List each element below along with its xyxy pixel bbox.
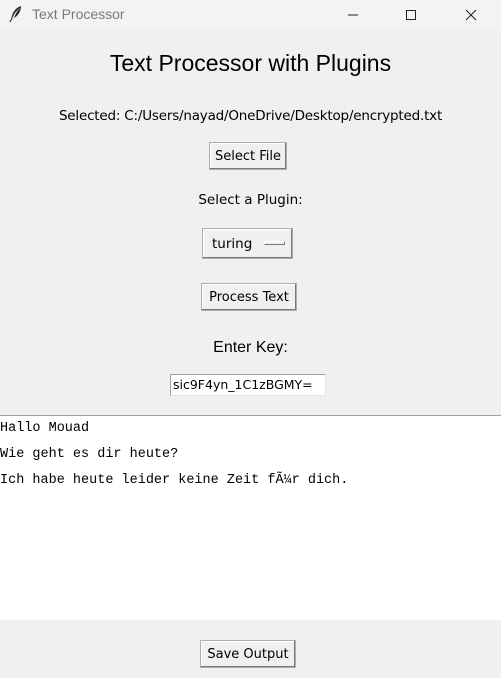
process-text-button[interactable]: Process Text: [201, 283, 297, 311]
title-bar: Text Processor: [0, 0, 501, 30]
output-line: Wie geht es dir heute?: [0, 447, 179, 462]
page-title: Text Processor with Plugins: [109, 50, 392, 76]
select-file-button[interactable]: Select File: [209, 142, 287, 170]
selected-file-label: Selected: C:/Users/nayad/OneDrive/Deskto…: [58, 108, 443, 124]
option-menu-indicator-icon: [264, 241, 285, 245]
window-title: Text Processor: [32, 6, 125, 22]
minimize-button[interactable]: [330, 0, 376, 30]
plugin-dropdown[interactable]: turing: [202, 228, 293, 259]
save-output-button[interactable]: Save Output: [200, 640, 296, 668]
minimize-icon: [348, 14, 358, 16]
key-label: Enter Key:: [213, 339, 288, 356]
key-input[interactable]: sic9F4yn_1C1zBGMY=: [170, 374, 326, 396]
maximize-icon: [406, 10, 416, 20]
app-window: Text Processor Text Processor with Plugi…: [0, 0, 501, 678]
plugin-dropdown-value: turing: [212, 236, 253, 252]
close-icon: [465, 9, 477, 21]
plugin-label: Select a Plugin:: [198, 192, 303, 208]
close-button[interactable]: [448, 0, 494, 30]
output-text-area[interactable]: Hallo Mouad Wie geht es dir heute? Ich h…: [0, 415, 501, 620]
output-line: Ich habe heute leider keine Zeit fÃ¼r di…: [0, 473, 349, 488]
maximize-button[interactable]: [388, 0, 434, 30]
output-line: Hallo Mouad: [0, 421, 90, 436]
feather-icon: [8, 5, 24, 23]
